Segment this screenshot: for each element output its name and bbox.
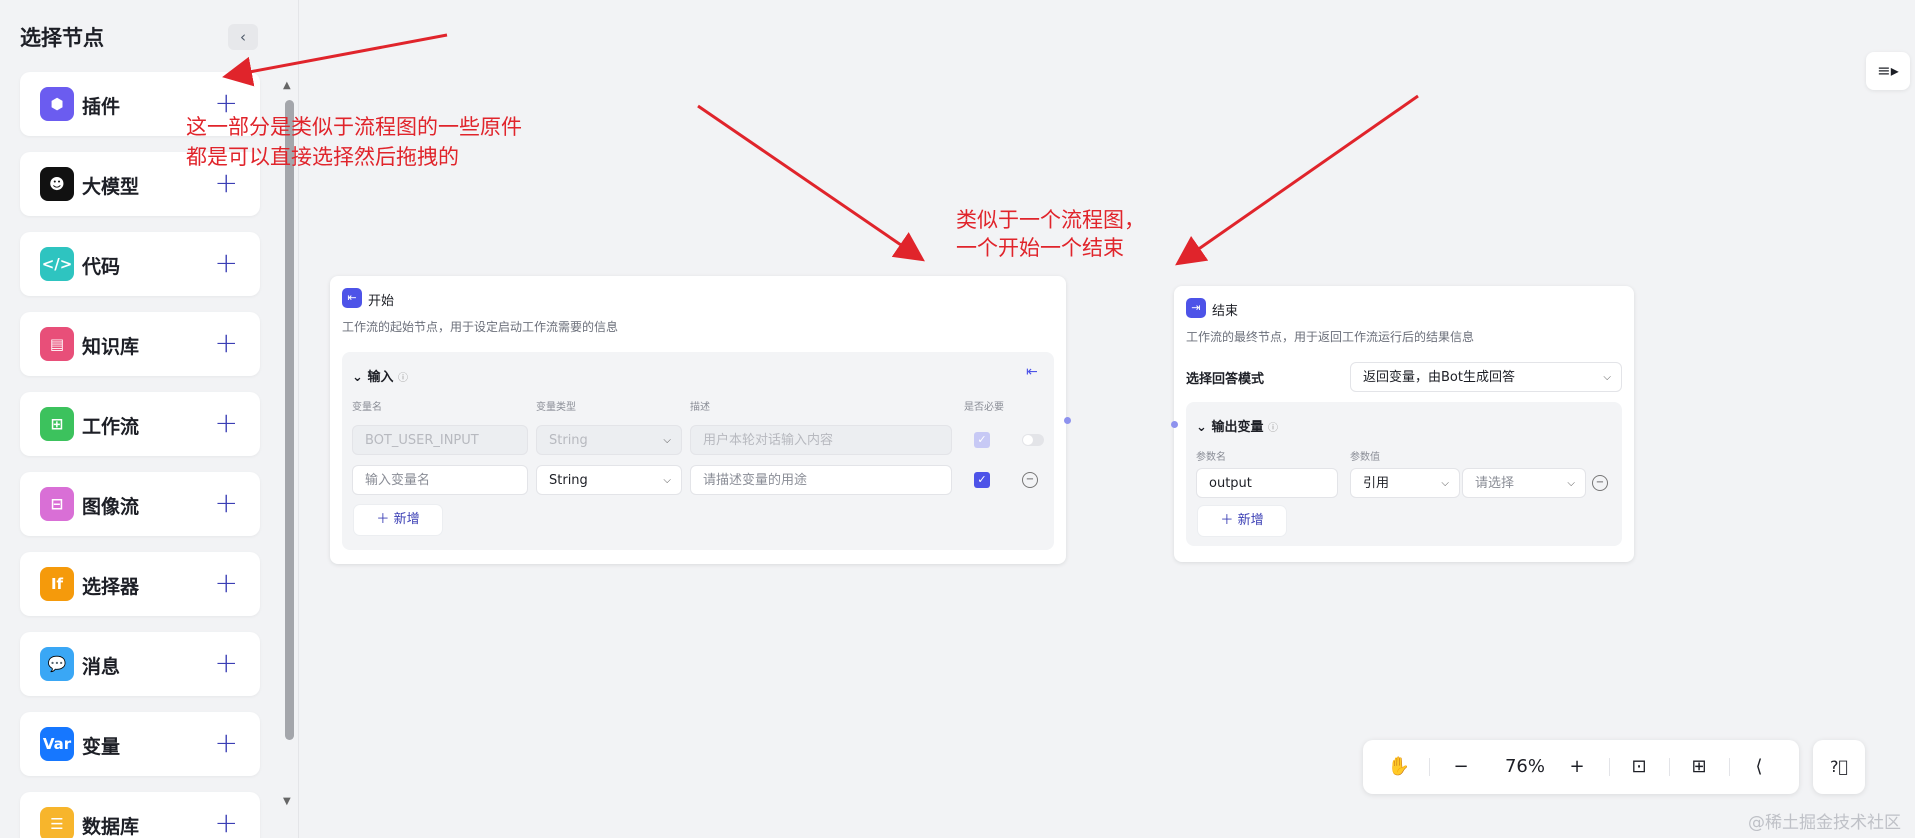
annotation-text: 这一部分是类似于流程图的一些原件 — [186, 115, 522, 139]
annotation-arrow — [222, 33, 448, 87]
annotation-text: 一个开始一个结束 — [956, 236, 1124, 260]
annotation-arrow — [1175, 94, 1419, 266]
watermark: @稀土掘金技术社区 — [1748, 813, 1901, 833]
annotation-arrow — [697, 104, 925, 262]
annotation-text: 类似于一个流程图， — [956, 208, 1145, 232]
annotation-text: 都是可以直接选择然后拖拽的 — [186, 145, 459, 169]
